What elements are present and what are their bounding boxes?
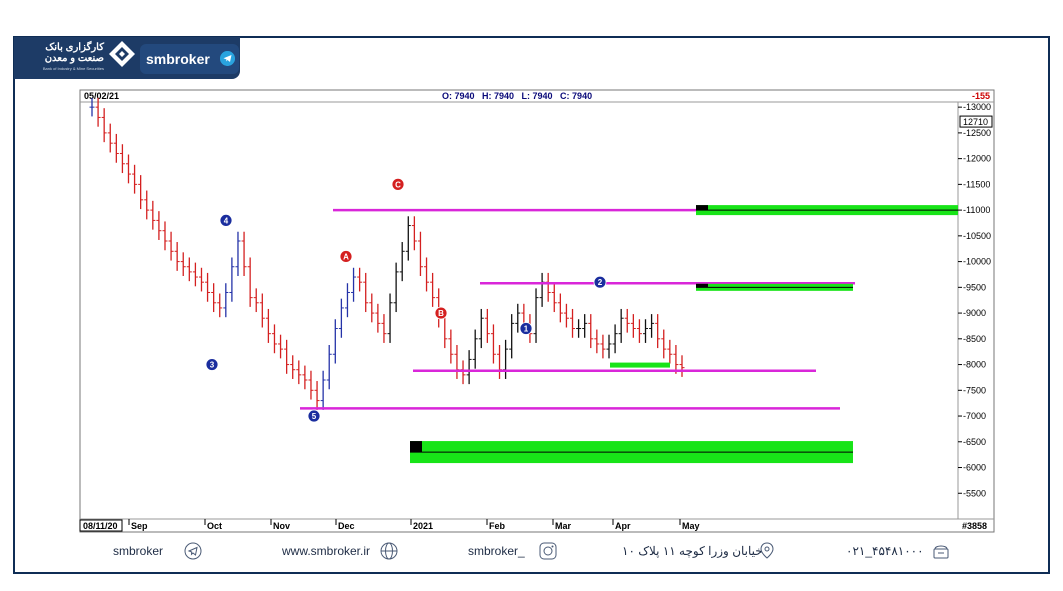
footer-instagram[interactable]: smbroker_ [468,544,525,558]
y-tick-label: -13000 [963,102,991,112]
y-tick-label: -6000 [963,463,986,473]
x-tick-label: Feb [489,521,506,531]
instagram-icon [539,542,557,560]
header-date: 05/02/21 [84,91,119,101]
footer-phone[interactable]: ۰۲۱_۴۵۴۸۱۰۰۰ [846,544,924,558]
price-chart: 05/02/21 O: 7940 H: 7940 L: 7940 C: 7940… [79,89,995,533]
target-zone-marker [696,205,708,211]
y-tick-label: -11000 [963,205,990,215]
location-icon [760,542,774,559]
y-tick-label: -5500 [963,488,986,498]
target-zone-small [610,362,670,368]
y-tick-label: -10000 [963,257,991,267]
y-tick-label: -10500 [963,231,991,241]
wave-label-text: 4 [224,216,229,225]
wave-label-text: A [343,252,349,261]
y-tick-label: -12500 [963,128,991,138]
x-tick-label: May [682,521,700,531]
globe-icon [380,542,398,560]
wave-label-text: 5 [312,412,317,421]
header-change: -155 [972,91,990,101]
volume-label: #3858 [962,521,987,531]
header-ohlc: O: 7940 H: 7940 L: 7940 C: 7940 [442,91,592,101]
x-tick-label: Dec [338,521,355,531]
y-tick-label: -9000 [963,308,986,318]
x-tick-label: Nov [273,521,290,531]
wave-label-text: 1 [524,325,529,334]
current-price-label: 12710 [963,117,988,127]
footer-address: خیابان وزرا کوچه ۱۱ پلاک ۱۰ [622,544,763,558]
wave-label-text: B [438,309,444,318]
x-tick-label: Sep [131,521,148,531]
x-tick-label: Mar [555,521,572,531]
y-tick-label: -6500 [963,437,986,447]
footer-telegram[interactable]: smbroker [113,544,163,558]
footer-website[interactable]: www.smbroker.ir [282,544,370,558]
x-tick-label: Oct [207,521,222,531]
y-tick-label: -11500 [963,179,990,189]
y-tick-label: -7500 [963,385,986,395]
y-tick-label: -9500 [963,282,986,292]
y-tick-label: -8000 [963,360,986,370]
x-tick-label: 2021 [413,521,433,531]
telegram-outline-icon [184,542,202,560]
target-zone-marker [410,441,422,453]
wave-label-text: 3 [210,361,215,370]
target-zone-marker [696,283,708,288]
y-tick-label: -8500 [963,334,986,344]
wave-label-text: 2 [598,278,603,287]
phone-icon [933,545,949,559]
x-tick-label: Apr [615,521,631,531]
x-start-label: 08/11/20 [83,521,118,531]
wave-label-text: C [395,180,401,189]
y-tick-label: -12000 [963,154,991,164]
y-tick-label: -7000 [963,411,986,421]
